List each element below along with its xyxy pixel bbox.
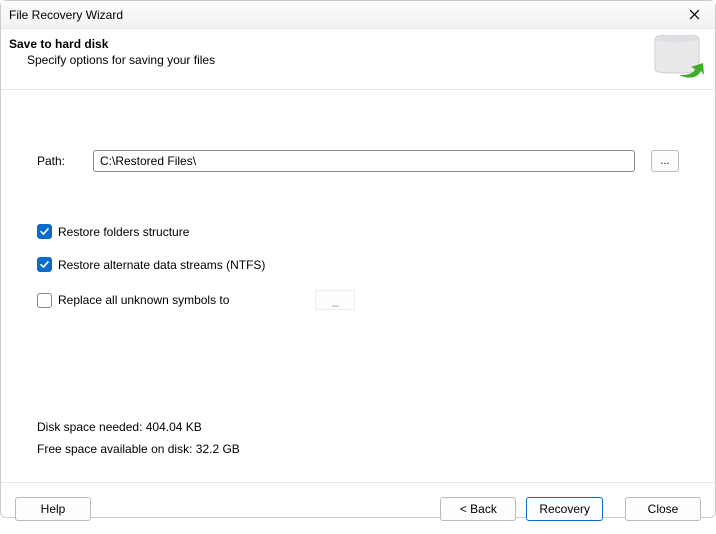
disk-space-needed: Disk space needed: 404.04 KB (37, 420, 240, 434)
disk-needed-label: Disk space needed: (37, 420, 142, 434)
wizard-footer: Help < Back Recovery Close (1, 482, 715, 534)
checkbox-checked-icon[interactable] (37, 257, 52, 272)
disk-free-label: Free space available on disk: (37, 442, 192, 456)
checkbox-unchecked-icon[interactable] (37, 293, 52, 308)
checkbox-checked-icon[interactable] (37, 224, 52, 239)
page-title: Save to hard disk (9, 37, 649, 51)
back-button[interactable]: < Back (440, 497, 516, 521)
restore-folders-option[interactable]: Restore folders structure (37, 224, 679, 239)
disk-info: Disk space needed: 404.04 KB Free space … (37, 420, 240, 464)
disk-space-free: Free space available on disk: 32.2 GB (37, 442, 240, 456)
browse-button[interactable]: ... (651, 150, 679, 172)
path-label: Path: (37, 154, 77, 168)
help-button[interactable]: Help (15, 497, 91, 521)
wizard-header-text: Save to hard disk Specify options for sa… (9, 37, 649, 67)
replace-symbols-input (315, 290, 355, 310)
options-group: Restore folders structure Restore altern… (37, 224, 679, 310)
replace-symbols-label: Replace all unknown symbols to (58, 293, 229, 307)
disk-needed-value: 404.04 KB (146, 420, 202, 434)
recovery-button[interactable]: Recovery (526, 497, 603, 521)
hard-disk-recovery-icon (649, 35, 705, 79)
close-button[interactable]: Close (625, 497, 701, 521)
titlebar: File Recovery Wizard (1, 1, 715, 29)
restore-streams-label: Restore alternate data streams (NTFS) (58, 258, 265, 272)
close-icon[interactable] (673, 1, 715, 29)
page-subtitle: Specify options for saving your files (27, 53, 649, 67)
wizard-body: Path: ... Restore folders structure Rest… (1, 90, 715, 482)
window-title: File Recovery Wizard (9, 8, 673, 22)
path-row: Path: ... (37, 150, 679, 172)
replace-symbols-option[interactable]: Replace all unknown symbols to (37, 290, 679, 310)
restore-streams-option[interactable]: Restore alternate data streams (NTFS) (37, 257, 679, 272)
path-input[interactable] (93, 150, 635, 172)
restore-folders-label: Restore folders structure (58, 225, 189, 239)
disk-free-value: 32.2 GB (196, 442, 240, 456)
wizard-header: Save to hard disk Specify options for sa… (1, 29, 715, 90)
